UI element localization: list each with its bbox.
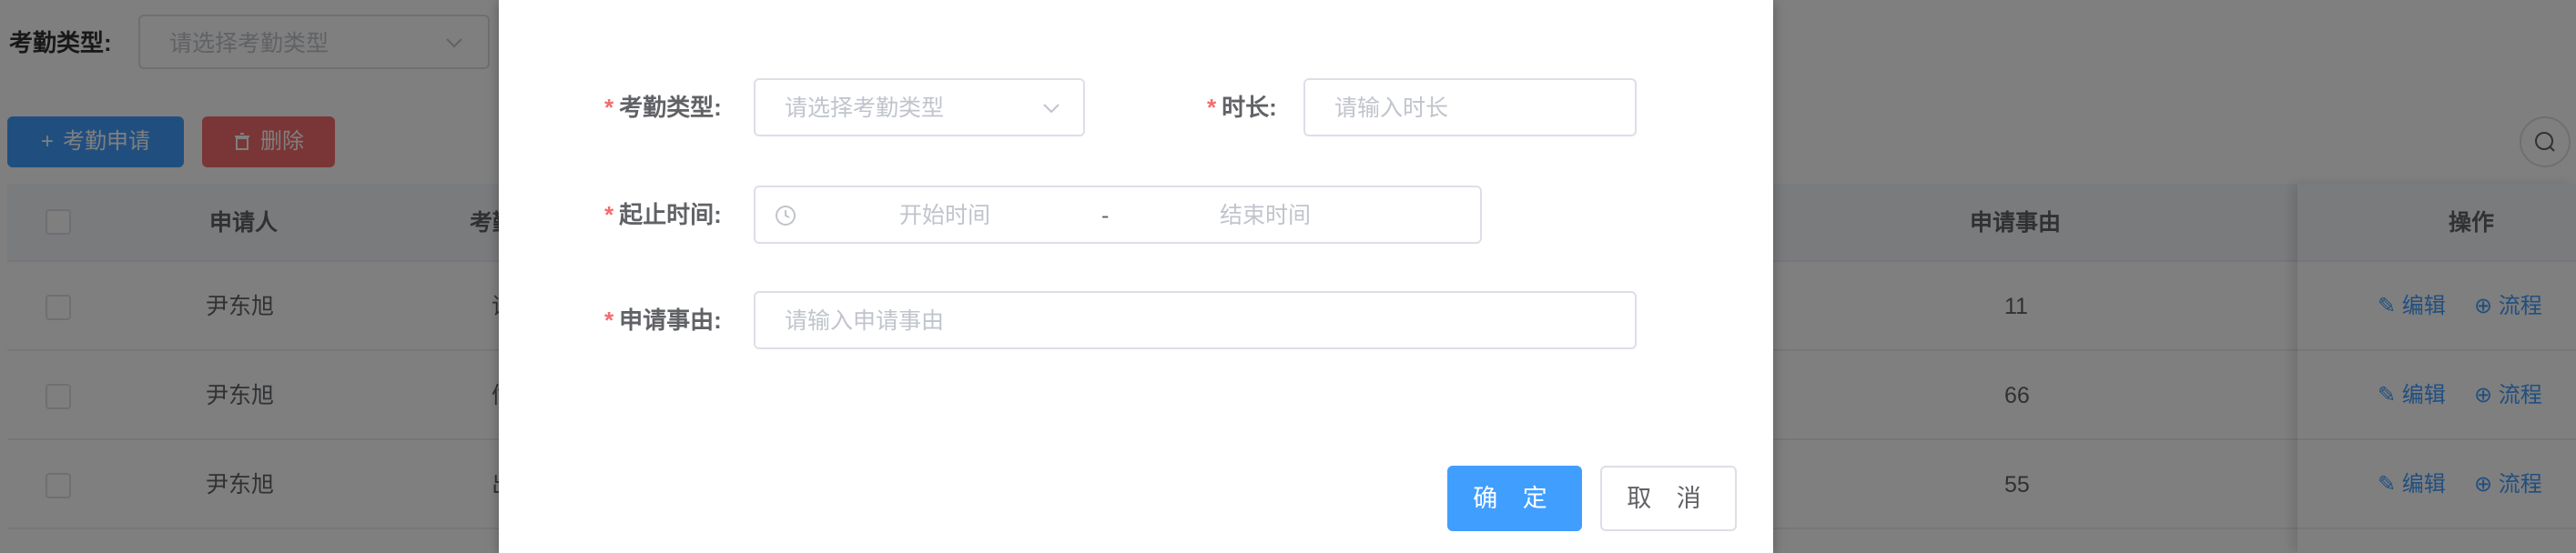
type-field-label: * 考勤类型: — [604, 91, 722, 124]
duration-input-placeholder: 请输入时长 — [1334, 96, 1449, 121]
required-mark: * — [604, 94, 614, 121]
type-field-label-text: 考勤类型: — [619, 94, 722, 121]
required-mark: * — [604, 201, 614, 228]
clock-icon — [776, 206, 796, 226]
duration-input[interactable]: 请输入时长 — [1303, 78, 1637, 136]
chevron-down-icon — [1043, 104, 1060, 114]
reason-field-label-text: 申请事由: — [619, 307, 722, 334]
duration-field-label: * 时长: — [1207, 91, 1277, 124]
type-select[interactable]: 请选择考勤类型 — [754, 78, 1085, 136]
required-mark: * — [604, 307, 614, 334]
time-range-field-label: * 起止时间: — [604, 198, 722, 231]
reason-input[interactable]: 请输入申请事由 — [754, 291, 1637, 349]
duration-field-label-text: 时长: — [1222, 94, 1277, 121]
time-range-field-label-text: 起止时间: — [619, 201, 722, 228]
end-time-placeholder[interactable]: 结束时间 — [1220, 200, 1311, 231]
time-range-picker[interactable]: 开始时间 - 结束时间 — [754, 186, 1482, 244]
reason-input-placeholder: 请输入申请事由 — [785, 308, 945, 334]
range-separator: - — [1101, 203, 1110, 228]
confirm-button[interactable]: 确 定 — [1447, 466, 1582, 531]
reason-field-label: * 申请事由: — [604, 304, 722, 337]
start-time-placeholder[interactable]: 开始时间 — [899, 200, 990, 231]
cancel-button[interactable]: 取 消 — [1600, 466, 1737, 531]
attendance-dialog: * 考勤类型: 请选择考勤类型 * 时长: 请输入时长 * 起止时间: 开始时间 - … — [499, 0, 1773, 553]
type-select-placeholder: 请选择考勤类型 — [785, 96, 945, 121]
required-mark: * — [1207, 94, 1217, 121]
